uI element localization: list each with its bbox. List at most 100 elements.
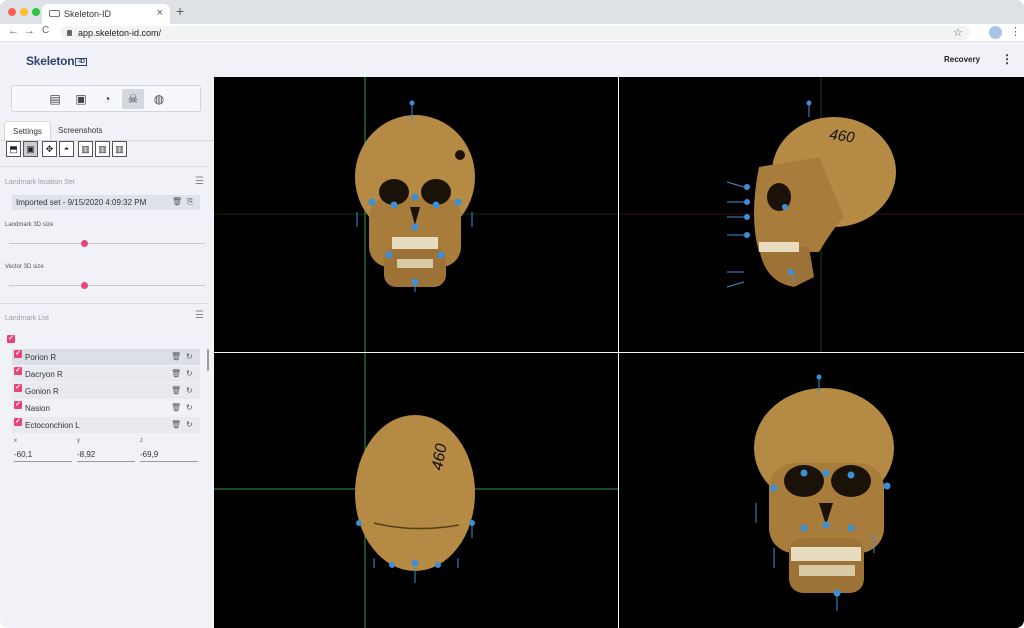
logo-suffix: -ID [75,58,87,66]
browser-tab[interactable]: Skeleton-ID × [42,4,170,24]
z-coord-label: z [140,438,143,444]
landmark-size-label: Landmark 3D size [5,222,54,228]
tab-screenshots[interactable]: Screenshots [50,121,110,141]
new-tab-button[interactable]: + [176,3,184,19]
view-move-button[interactable]: ✥ [42,141,57,157]
skull-landmark-icon[interactable]: ◍ [148,89,170,109]
landmark-checkbox[interactable]: ✓ [14,367,22,375]
select-all-checkbox[interactable]: ✓ [7,335,15,343]
view-quad-button[interactable]: ▣ [23,141,38,157]
landmark-list-scrollbar[interactable] [207,349,209,371]
front-view-canvas [214,77,618,352]
photo-frame-icon[interactable]: ▣ [70,89,92,109]
vector-size-slider[interactable] [9,282,205,289]
viewport-side[interactable]: 460 [619,77,1024,352]
browser-tab-title: Skeleton-ID [64,9,112,19]
y-coord-label: y [77,438,80,444]
landmark-checkbox[interactable]: ✓ [14,384,22,392]
skull-side-label: 460 [828,126,856,146]
app-window: Skeleton-ID × + ← → C app.skeleton-id.co… [0,0,1024,628]
delete-set-icon[interactable]: 🗑 [172,197,182,206]
landmark-name: Gonion R [25,387,59,396]
browser-menu-icon[interactable]: ⋮ [1010,25,1021,38]
delete-icon[interactable]: 🗑 [171,352,181,361]
head-profile-icon[interactable]: ◔ [96,89,118,109]
profile-avatar[interactable] [989,26,1002,39]
top-view-canvas: 460 [214,353,618,628]
landmark-name: Dacryon R [25,370,63,379]
landmark-item[interactable]: ✓ Gonion R 🗑 ↻ [12,383,200,399]
landmark-list-title: Landmark List [5,315,49,322]
landmark-size-slider[interactable] [9,240,205,247]
landmark-item[interactable]: ✓ Dacryon R 🗑 ↻ [12,366,200,382]
tab-settings[interactable]: Settings [4,121,51,141]
maximize-window-button[interactable] [32,8,40,16]
delete-icon[interactable]: 🗑 [171,403,181,412]
tool-selector: ▤ ▣ ◔ ☠ ◍ [11,85,201,112]
landmark-checkbox[interactable]: ✓ [14,350,22,358]
reload-icon[interactable]: C [42,25,49,36]
close-window-button[interactable] [8,8,16,16]
viewport-top[interactable]: 460 [214,353,618,628]
landmark-checkbox[interactable]: ✓ [14,401,22,409]
vector-size-label: Vector 3D size [5,264,44,270]
delete-icon[interactable]: 🗑 [171,369,181,378]
viewport-perspective[interactable] [619,353,1024,628]
skull-side-model: 460 [754,117,896,287]
location-set-menu-icon[interactable]: ☰ [195,176,204,187]
delete-icon[interactable]: 🗑 [171,386,181,395]
back-icon[interactable]: ← [8,25,19,37]
skull-icon[interactable]: ☠ [122,89,144,109]
minimize-window-button[interactable] [20,8,28,16]
landmark-name: Ectoconchion L [25,421,80,430]
folder-icon[interactable]: ▤ [44,89,66,109]
location-set-name: Imported set - 9/15/2020 4:09:32 PM [16,198,147,207]
browser-tab-bar: Skeleton-ID × + [0,0,1024,24]
import-set-icon[interactable]: ⎘ [187,197,193,207]
reset-icon[interactable]: ↻ [186,403,193,412]
location-set-row[interactable]: Imported set - 9/15/2020 4:09:32 PM 🗑 ⎘ [12,195,200,210]
landmark-checkbox[interactable]: ✓ [14,418,22,426]
app-header: Skeleton -ID Recovery ⋮ [0,43,1024,77]
favicon-icon [49,10,60,17]
reset-icon[interactable]: ↻ [186,369,193,378]
bookmark-star-icon[interactable]: ☆ [953,26,963,39]
reset-icon[interactable]: ↻ [186,352,193,361]
recovery-button[interactable]: Recovery [944,55,980,64]
reset-icon[interactable]: ↻ [186,386,193,395]
close-tab-icon[interactable]: × [157,7,163,19]
landmark-name: Porion R [25,353,57,362]
side-view-canvas: 460 [619,77,1024,352]
landmark-item[interactable]: ✓ Ectoconchion L 🗑 ↻ [12,417,200,433]
landmark-item[interactable]: ✓ Porion R 🗑 ↻ [12,349,200,365]
perspective-view-canvas [754,374,894,611]
x-coord-field[interactable]: -60,1 [14,450,72,462]
z-coord-field[interactable]: -69,9 [140,450,198,462]
lock-icon [67,30,72,36]
logo-text: Skeleton [26,54,75,68]
app-logo[interactable]: Skeleton -ID [26,54,87,68]
browser-address-bar: ← → C app.skeleton-id.com/ ☆ ⋮ [0,24,1024,42]
viewport-front[interactable] [214,77,618,352]
landmark-list-menu-icon[interactable]: ☰ [195,310,204,321]
view-skull-button[interactable]: ◓ [59,141,74,157]
view-monitor-1-button[interactable]: ▥ [78,141,93,157]
delete-icon[interactable]: 🗑 [171,420,181,429]
skull-top-model: 460 [355,415,475,571]
landmark-name: Nasion [25,404,50,413]
view-single-button[interactable]: ⬒ [6,141,21,157]
x-coord-label: x [14,438,17,444]
landmark-item[interactable]: ✓ Nasion 🗑 ↻ [12,400,200,416]
divider [0,303,208,304]
sidebar: ▤ ▣ ◔ ☠ ◍ Settings Screenshots ⬒ ▣ ✥ ◓ ▥… [0,77,214,628]
view-monitor-3-button[interactable]: ▥ [112,141,127,157]
y-coord-field[interactable]: -8,92 [77,450,135,462]
landmark-location-set-title: Landmark location Set [5,179,75,186]
reset-icon[interactable]: ↻ [186,420,193,429]
url-field[interactable]: app.skeleton-id.com/ [60,26,970,40]
landmark-size-knob[interactable] [81,240,88,247]
view-monitor-2-button[interactable]: ▥ [95,141,110,157]
forward-icon[interactable]: → [24,25,35,37]
app-menu-icon[interactable]: ⋮ [1001,52,1013,66]
vector-size-knob[interactable] [81,282,88,289]
